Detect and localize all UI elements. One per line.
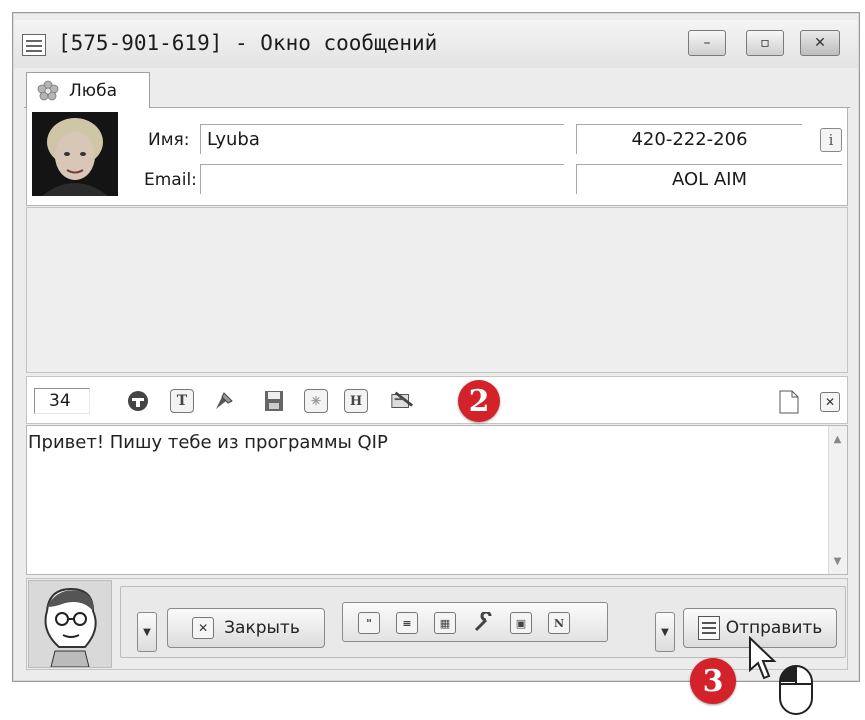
send-dropdown-button[interactable]: ▼ xyxy=(655,612,675,652)
message-history[interactable] xyxy=(26,207,848,373)
maximize-button[interactable]: ▫ xyxy=(746,30,784,56)
name-label: Имя: xyxy=(148,130,190,150)
maximize-icon: ▫ xyxy=(760,35,770,51)
user-avatar xyxy=(28,580,112,668)
message-text: Привет! Пишу тебе из программы QIP xyxy=(28,432,388,453)
clear-icon[interactable] xyxy=(390,389,414,413)
flower-status-icon xyxy=(37,80,59,101)
file-icon[interactable]: ▣ xyxy=(510,612,532,634)
close-icon: ✕ xyxy=(814,35,826,51)
tab-contact[interactable]: Люба xyxy=(26,72,150,109)
uin-field: 420-222-206 xyxy=(576,124,802,154)
email-field[interactable] xyxy=(200,164,564,194)
minimize-button[interactable]: – xyxy=(688,30,726,56)
quote-icon[interactable]: " xyxy=(358,612,380,634)
close-window-button[interactable]: ✕ xyxy=(800,30,840,56)
info-icon[interactable]: i xyxy=(820,128,842,152)
protocol-field: AOL AIM xyxy=(576,164,842,194)
window-title: [575-901-619] - Окно сообщений xyxy=(58,31,438,55)
new-document-icon[interactable] xyxy=(778,390,800,414)
smiley-icon[interactable] xyxy=(126,389,150,413)
send-button-label: Отправить xyxy=(725,618,823,638)
list-icon[interactable]: ≡ xyxy=(396,612,418,634)
email-label: Email: xyxy=(144,170,197,190)
table-icon[interactable]: ▦ xyxy=(434,612,456,634)
close-button-label: Закрыть xyxy=(224,618,300,638)
tools-icon[interactable] xyxy=(472,612,494,634)
close-button[interactable]: ✕ Закрыть xyxy=(167,608,325,648)
window-icon xyxy=(22,34,46,56)
scroll-down-icon[interactable]: ▼ xyxy=(828,552,847,570)
tab-label: Люба xyxy=(69,81,117,101)
minimize-icon: – xyxy=(703,35,711,51)
name-field[interactable]: Lyuba xyxy=(200,124,564,154)
color-icon[interactable] xyxy=(212,389,236,413)
scroll-up-icon[interactable]: ▲ xyxy=(828,430,847,448)
notes-icon[interactable]: N xyxy=(548,612,570,634)
font-icon[interactable]: T xyxy=(170,389,194,413)
close-button-icon: ✕ xyxy=(192,617,215,639)
mouse-pointer-icon xyxy=(748,635,778,682)
send-icon xyxy=(697,616,720,640)
mouse-click-icon xyxy=(778,664,814,716)
history-icon[interactable]: H xyxy=(344,389,368,413)
close-dropdown-button[interactable]: ▼ xyxy=(137,612,157,652)
insert-icon[interactable]: ✳ xyxy=(304,389,328,413)
save-icon[interactable] xyxy=(262,389,286,413)
char-counter: 34 xyxy=(34,388,90,414)
close-tab-icon[interactable]: ✕ xyxy=(820,392,840,412)
marker-3: 3 xyxy=(690,658,736,704)
contact-avatar xyxy=(32,112,118,196)
marker-2: 2 xyxy=(458,380,500,422)
